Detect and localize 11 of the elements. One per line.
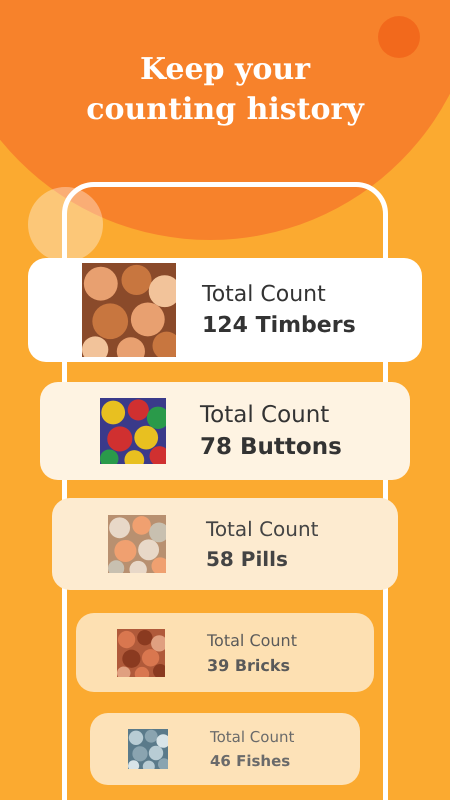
count-value: 124 Timbers: [202, 313, 356, 338]
count-label: Total Count: [206, 517, 318, 541]
count-label: Total Count: [207, 630, 297, 650]
count-value: 58 Pills: [206, 547, 289, 571]
count-value: 78 Buttons: [200, 434, 342, 460]
count-label: Total Count: [202, 282, 327, 307]
count-value: 39 Bricks: [207, 656, 292, 674]
headline: Keep your counting history: [85, 51, 365, 129]
count-label: Total Count: [210, 728, 294, 746]
count-label: Total Count: [200, 402, 330, 428]
count-value: 46 Fishes: [210, 752, 292, 770]
